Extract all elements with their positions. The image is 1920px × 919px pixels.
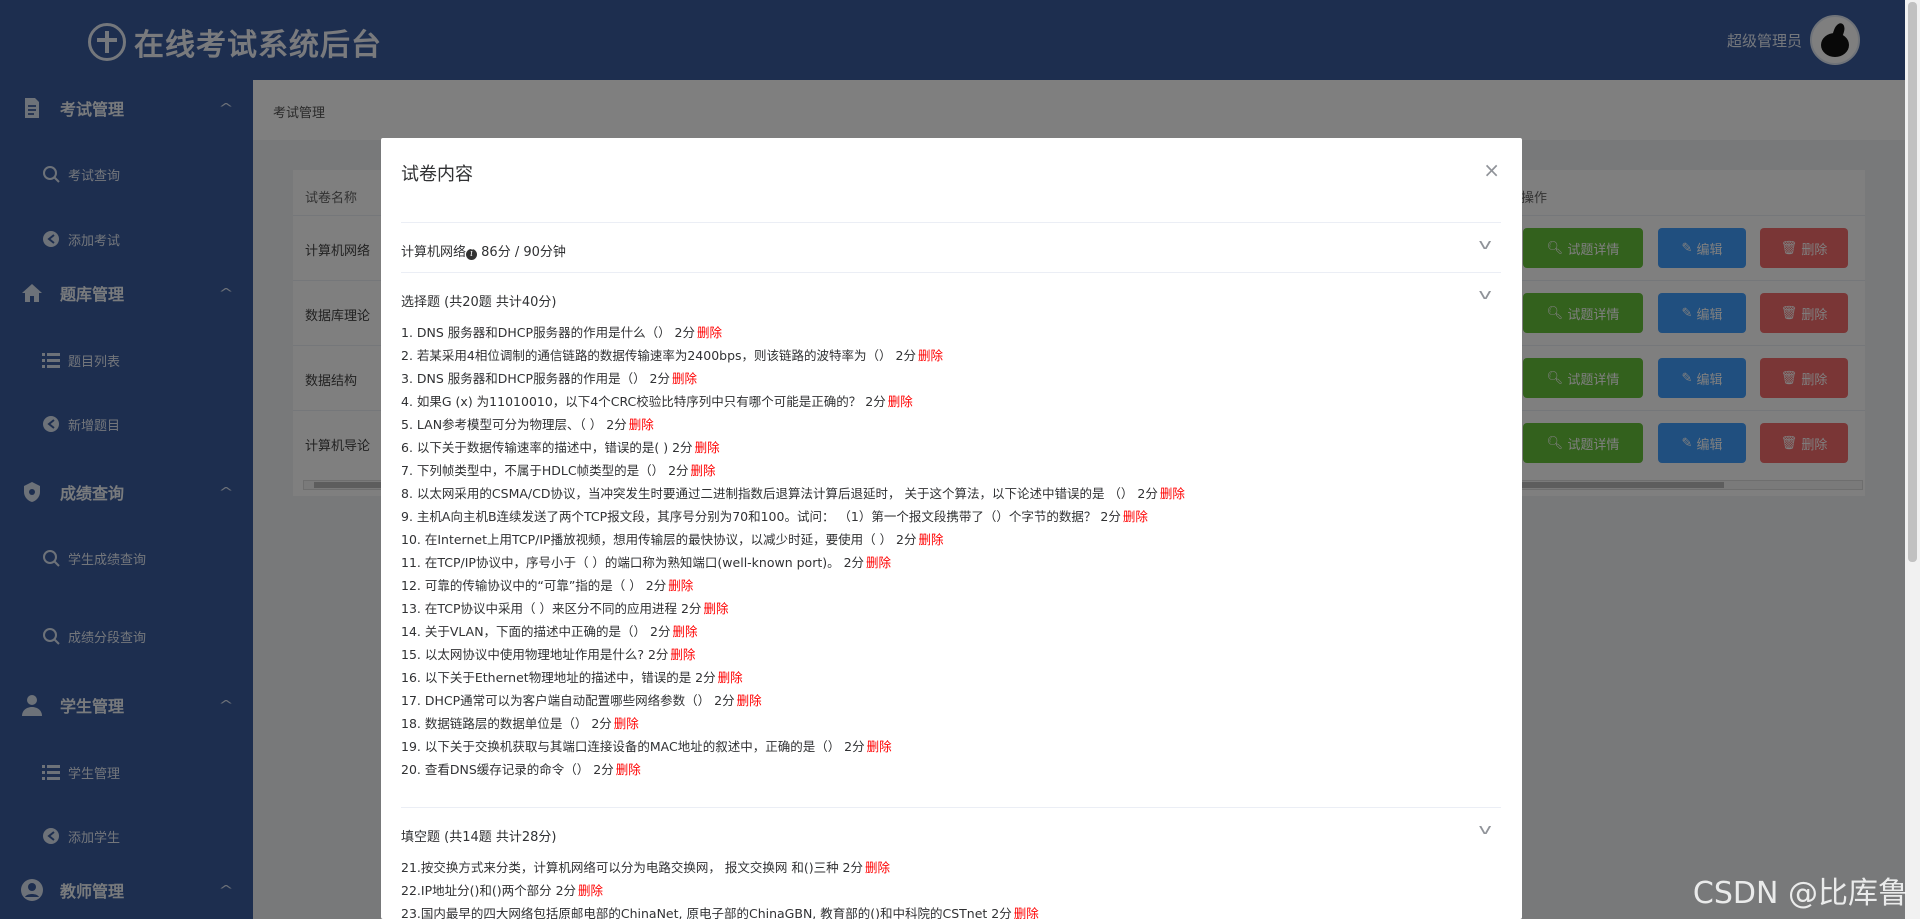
delete-question-link[interactable]: 删除 xyxy=(691,463,716,478)
question-item: 18. 数据链路层的数据单位是（） 2分 删除 xyxy=(401,712,1501,735)
delete-question-link[interactable]: 删除 xyxy=(866,555,891,570)
delete-question-link[interactable]: 删除 xyxy=(703,601,728,616)
question-item: 9. 主机A向主机B连续发送了两个TCP报文段，其序号分别为70和100。试问：… xyxy=(401,505,1501,528)
question-item: 15. 以太网协议中使用物理地址作用是什么? 2分 删除 xyxy=(401,643,1501,666)
question-item: 16. 以下关于Ethernet物理地址的描述中，错误的是 2分 删除 xyxy=(401,666,1501,689)
question-text: 8. 以太网采用的CSMA/CD协议，当冲突发生时要通过二进制指数后退算法计算后… xyxy=(401,486,1158,501)
info-icon: i xyxy=(466,249,478,260)
delete-question-link[interactable]: 删除 xyxy=(865,860,890,875)
choice-section-header[interactable]: 选择题 (共20题 共计40分) v xyxy=(401,272,1501,322)
question-item: 12. 可靠的传输协议中的“可靠”指的是（ ） 2分 删除 xyxy=(401,574,1501,597)
delete-question-link[interactable]: 删除 xyxy=(668,578,693,593)
delete-question-link[interactable]: 删除 xyxy=(672,371,697,386)
delete-question-link[interactable]: 删除 xyxy=(867,739,892,754)
delete-question-link[interactable]: 删除 xyxy=(670,647,695,662)
question-item: 3. DNS 服务器和DHCP服务器的作用是（） 2分 删除 xyxy=(401,367,1501,390)
question-item: 7. 下列帧类型中，不属于HDLC帧类型的是（） 2分 删除 xyxy=(401,459,1501,482)
delete-question-link[interactable]: 删除 xyxy=(614,716,639,731)
delete-question-link[interactable]: 删除 xyxy=(578,883,603,898)
delete-question-link[interactable]: 删除 xyxy=(629,417,654,432)
delete-question-link[interactable]: 删除 xyxy=(695,440,720,455)
paper-content-dialog: 试卷内容 × 计算机网络 i 86分 / 90分钟 v 选择题 (共20题 共计4… xyxy=(381,138,1522,919)
question-text: 6. 以下关于数据传输速率的描述中，错误的是( ) 2分 xyxy=(401,440,693,455)
question-item: 6. 以下关于数据传输速率的描述中，错误的是( ) 2分 删除 xyxy=(401,436,1501,459)
question-item: 1. DNS 服务器和DHCP服务器的作用是什么（） 2分 删除 xyxy=(401,321,1501,344)
chevron-down-icon[interactable]: v xyxy=(1478,287,1491,303)
question-item: 17. DHCP通常可以为客户端自动配置哪些网络参数（） 2分 删除 xyxy=(401,689,1501,712)
question-text: 22.IP地址分()和()两个部分 2分 xyxy=(401,883,577,898)
fill-question-list: 21.按交换方式来分类，计算机网络可以分为电路交换网， 报文交换网 和()三种 … xyxy=(401,856,1501,919)
choice-section-title: 选择题 (共20题 共计40分) xyxy=(401,295,557,310)
delete-question-link[interactable]: 删除 xyxy=(1014,906,1039,919)
question-text: 2. 若某采用4相位调制的通信链路的数据传输速率为2400bps，则该链路的波特… xyxy=(401,348,916,363)
question-text: 21.按交换方式来分类，计算机网络可以分为电路交换网， 报文交换网 和()三种 … xyxy=(401,860,864,875)
paper-score-time: 86分 / 90分钟 xyxy=(481,245,566,260)
question-text: 23.国内最早的四大网络包括原邮电部的ChinaNet, 原电子部的ChinaG… xyxy=(401,906,1012,919)
question-text: 9. 主机A向主机B连续发送了两个TCP报文段，其序号分别为70和100。试问：… xyxy=(401,509,1121,524)
delete-question-link[interactable]: 删除 xyxy=(919,532,944,547)
question-item: 11. 在TCP/IP协议中，序号小于（ ）的端口称为熟知端口(well-kno… xyxy=(401,551,1501,574)
paper-name: 计算机网络 xyxy=(401,245,467,260)
watermark: CSDN @比库鲁 xyxy=(1692,876,1908,911)
paper-info-header[interactable]: 计算机网络 i 86分 / 90分钟 v xyxy=(401,222,1501,272)
question-item: 5. LAN参考模型可分为物理层、（ ） 2分 删除 xyxy=(401,413,1501,436)
question-text: 12. 可靠的传输协议中的“可靠”指的是（ ） 2分 xyxy=(401,578,667,593)
delete-question-link[interactable]: 删除 xyxy=(888,394,913,409)
question-item: 14. 关于VLAN，下面的描述中正确的是（） 2分 删除 xyxy=(401,620,1501,643)
question-item: 4. 如果G (x) 为11010010，以下4个CRC校验比特序列中只有哪个可… xyxy=(401,390,1501,413)
question-text: 20. 查看DNS缓存记录的命令（） 2分 xyxy=(401,762,614,777)
question-item: 23.国内最早的四大网络包括原邮电部的ChinaNet, 原电子部的ChinaG… xyxy=(401,902,1501,919)
choice-question-list: 1. DNS 服务器和DHCP服务器的作用是什么（） 2分 删除 2. 若某采用4相… xyxy=(401,321,1501,781)
close-icon[interactable]: × xyxy=(1483,158,1500,182)
question-item: 10. 在Internet上用TCP/IP播放视频，想用传输层的最快协议，以减少… xyxy=(401,528,1501,551)
question-text: 14. 关于VLAN，下面的描述中正确的是（） 2分 xyxy=(401,624,671,639)
delete-question-link[interactable]: 删除 xyxy=(918,348,943,363)
chevron-down-icon[interactable]: v xyxy=(1478,822,1491,838)
question-text: 1. DNS 服务器和DHCP服务器的作用是什么（） 2分 xyxy=(401,325,696,340)
question-item: 13. 在TCP协议中采用（ ）来区分不同的应用进程 2分 删除 xyxy=(401,597,1501,620)
question-item: 19. 以下关于交换机获取与其端口连接设备的MAC地址的叙述中，正确的是（） 2… xyxy=(401,735,1501,758)
question-text: 4. 如果G (x) 为11010010，以下4个CRC校验比特序列中只有哪个可… xyxy=(401,394,886,409)
question-text: 11. 在TCP/IP协议中，序号小于（ ）的端口称为熟知端口(well-kno… xyxy=(401,555,865,570)
delete-question-link[interactable]: 删除 xyxy=(1160,486,1185,501)
chevron-down-icon[interactable]: v xyxy=(1478,237,1491,253)
fill-section-title: 填空题 (共14题 共计28分) xyxy=(401,830,557,845)
question-text: 15. 以太网协议中使用物理地址作用是什么? 2分 xyxy=(401,647,669,662)
question-text: 7. 下列帧类型中，不属于HDLC帧类型的是（） 2分 xyxy=(401,463,689,478)
delete-question-link[interactable]: 删除 xyxy=(1123,509,1148,524)
scrollbar-thumb[interactable] xyxy=(1908,2,1917,562)
question-item: 20. 查看DNS缓存记录的命令（） 2分 删除 xyxy=(401,758,1501,781)
question-text: 17. DHCP通常可以为客户端自动配置哪些网络参数（） 2分 xyxy=(401,693,735,708)
delete-question-link[interactable]: 删除 xyxy=(616,762,641,777)
question-item: 2. 若某采用4相位调制的通信链路的数据传输速率为2400bps，则该链路的波特… xyxy=(401,344,1501,367)
dialog-title: 试卷内容 xyxy=(401,164,473,185)
question-item: 21.按交换方式来分类，计算机网络可以分为电路交换网， 报文交换网 和()三种 … xyxy=(401,856,1501,879)
delete-question-link[interactable]: 删除 xyxy=(672,624,697,639)
question-item: 8. 以太网采用的CSMA/CD协议，当冲突发生时要通过二进制指数后退算法计算后… xyxy=(401,482,1501,505)
question-text: 3. DNS 服务器和DHCP服务器的作用是（） 2分 xyxy=(401,371,671,386)
question-text: 13. 在TCP协议中采用（ ）来区分不同的应用进程 2分 xyxy=(401,601,702,616)
question-text: 18. 数据链路层的数据单位是（） 2分 xyxy=(401,716,612,731)
delete-question-link[interactable]: 删除 xyxy=(718,670,743,685)
paper-info: 计算机网络 i 86分 / 90分钟 xyxy=(401,241,566,260)
question-text: 5. LAN参考模型可分为物理层、（ ） 2分 xyxy=(401,417,627,432)
question-item: 22.IP地址分()和()两个部分 2分 删除 xyxy=(401,879,1501,902)
question-text: 19. 以下关于交换机获取与其端口连接设备的MAC地址的叙述中，正确的是（） 2… xyxy=(401,739,865,754)
delete-question-link[interactable]: 删除 xyxy=(737,693,762,708)
delete-question-link[interactable]: 删除 xyxy=(697,325,722,340)
question-text: 10. 在Internet上用TCP/IP播放视频，想用传输层的最快协议，以减少… xyxy=(401,532,917,547)
fill-section-header[interactable]: 填空题 (共14题 共计28分) v xyxy=(401,807,1501,857)
question-text: 16. 以下关于Ethernet物理地址的描述中，错误的是 2分 xyxy=(401,670,716,685)
page-scrollbar[interactable] xyxy=(1905,0,1920,919)
